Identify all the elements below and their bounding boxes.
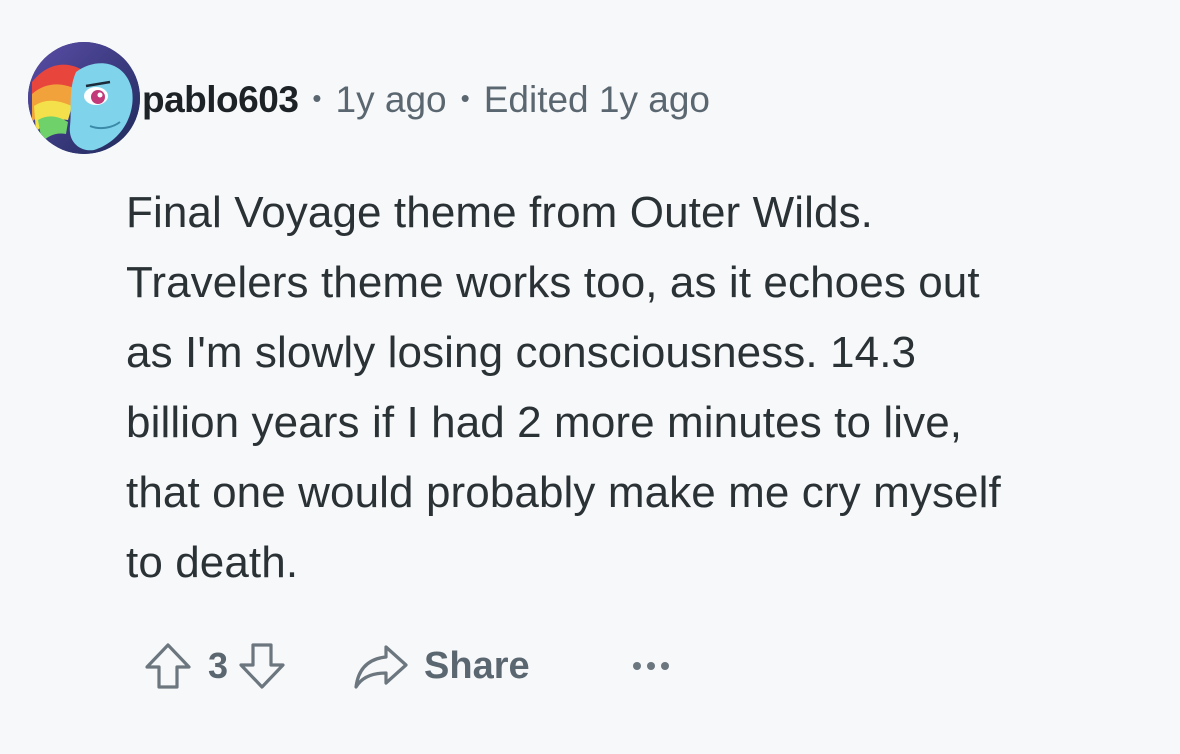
comment-line: billion years if I had 2 more minutes to…: [126, 398, 963, 447]
avatar[interactable]: [28, 42, 140, 154]
meta-separator: •: [460, 82, 470, 113]
share-arrow-icon: [354, 645, 408, 689]
upvote-button[interactable]: [140, 636, 196, 696]
downvote-arrow-icon: [239, 643, 285, 689]
comment-line: that one would probably make me cry myse…: [126, 468, 1001, 517]
share-label: Share: [424, 644, 530, 687]
comment-line: to death.: [126, 538, 299, 587]
more-options-icon: [632, 662, 669, 670]
comment-actions: 3 Share: [140, 632, 676, 700]
post-time[interactable]: 1y ago: [336, 79, 447, 121]
share-button[interactable]: Share: [352, 641, 530, 691]
upvote-arrow-icon: [145, 643, 191, 689]
comment-line: Travelers theme works too, as it echoes …: [126, 258, 980, 307]
avatar-image: [28, 42, 140, 154]
edited-time: Edited 1y ago: [483, 79, 711, 120]
more-options-button[interactable]: [626, 641, 676, 691]
vote-score: 3: [208, 645, 229, 686]
comment-line: Final Voyage theme from Outer Wilds.: [126, 188, 874, 237]
comment-body: Final Voyage theme from Outer Wilds. Tra…: [126, 178, 1166, 598]
downvote-button[interactable]: [234, 636, 290, 696]
author-username[interactable]: pablo603: [142, 79, 299, 121]
meta-separator: •: [312, 82, 322, 113]
comment-card: pablo603 • 1y ago • Edited 1y ago Final …: [0, 0, 1180, 754]
comment-line: as I'm slowly losing consciousness. 14.3: [126, 328, 917, 377]
comment-meta: pablo603 • 1y ago • Edited 1y ago: [142, 76, 710, 124]
